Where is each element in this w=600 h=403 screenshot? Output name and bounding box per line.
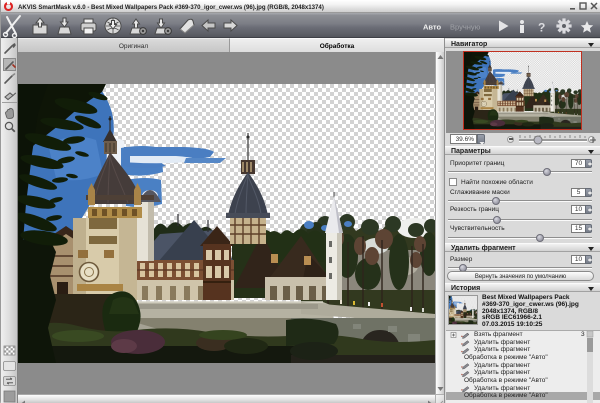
svg-text:?: ? <box>538 21 545 35</box>
svg-text:Авто: Авто <box>423 23 442 32</box>
svg-text:Вручную: Вручную <box>450 23 481 32</box>
